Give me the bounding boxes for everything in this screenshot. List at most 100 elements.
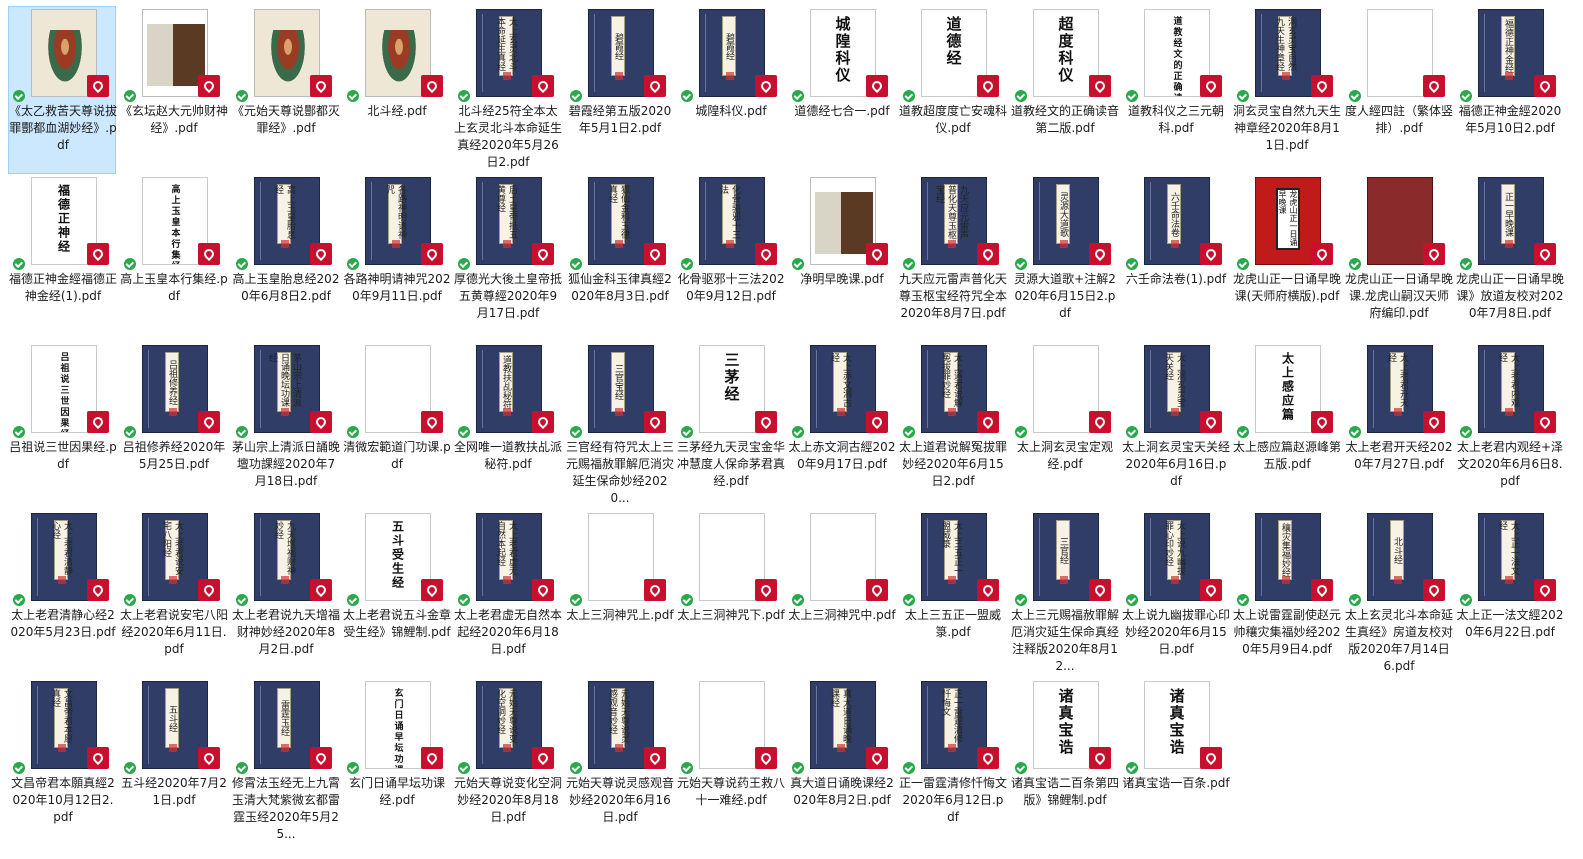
- file-item[interactable]: 九天应元雷声普化天尊玉枢宝经 九天应元雷声普化天尊玉枢宝经符咒全本2020年8月7…: [898, 174, 1007, 342]
- file-item[interactable]: 福德正神金经 福德正神金經2020年5月10日2.pdf: [1455, 6, 1563, 174]
- file-name[interactable]: 太上洞玄灵宝天关经2020年6月16日.pdf: [1122, 439, 1230, 490]
- file-name[interactable]: 九天应元雷声普化天尊玉枢宝经符咒全本2020年8月7日.pdf: [899, 271, 1007, 322]
- file-name[interactable]: 太上赤文洞古經2020年9月17日.pdf: [788, 439, 896, 473]
- file-item[interactable]: 三茅经 三茅经九天灵宝金华冲慧度人保命茅君真经.pdf: [676, 342, 785, 510]
- file-name[interactable]: 太上老君内观经+泽文2020年6月6日8.pdf: [1456, 439, 1564, 490]
- file-name[interactable]: 化骨驱邪十三法2020年9月12日.pdf: [677, 271, 785, 305]
- file-item[interactable]: 太上玄灵北斗本命延生真经 北斗经25符全本太上玄灵北斗本命延生真经2020年5月2…: [453, 6, 562, 174]
- file-name[interactable]: 太上三洞神咒下.pdf: [677, 607, 785, 624]
- file-name[interactable]: 太上感应篇赵源峰第五版.pdf: [1233, 439, 1341, 473]
- file-item[interactable]: 碧霞经 碧霞经第五版2020年5月1日2.pdf: [565, 6, 673, 174]
- file-name[interactable]: 吕祖说三世因果经.pdf: [9, 439, 117, 473]
- file-name[interactable]: 城隍科仪.pdf: [677, 103, 785, 120]
- file-name[interactable]: 道教经文的正确读音第二版.pdf: [1011, 103, 1119, 137]
- file-item[interactable]: 道教经文的正确读音 道教科仪之三元朝科.pdf: [1121, 6, 1229, 174]
- file-item[interactable]: 吕祖修养经 吕祖修养经2020年5月25日.pdf: [119, 342, 227, 510]
- file-name[interactable]: 正一雷霆清修忏悔文2020年6月12日.pdf: [899, 775, 1007, 826]
- file-name[interactable]: 文昌帝君本願真經2020年10月12日2.pdf: [9, 775, 117, 826]
- file-item[interactable]: 碧霞经 城隍科仪.pdf: [676, 6, 784, 174]
- file-item[interactable]: 《玄坛赵大元帅财神经》.pdf: [119, 6, 228, 174]
- file-item[interactable]: 五斗受生经 太上老君说五斗金章受生经》锦鯉制.pdf: [342, 510, 451, 678]
- file-name[interactable]: 太上三洞神咒中.pdf: [788, 607, 896, 624]
- file-item[interactable]: 元始天尊说变化空洞妙经 元始天尊说变化空洞妙经2020年8月18日.pdf: [453, 678, 562, 846]
- file-name[interactable]: 诸真宝诰一百条.pdf: [1122, 775, 1230, 792]
- file-name[interactable]: 《太乙救苦天尊说拔罪酆都血湖妙经》.pdf: [9, 103, 117, 154]
- file-item[interactable]: 三官宝经 三官经有符咒太上三元赐福赦罪解厄消灾延生保命妙经2020...: [565, 342, 674, 510]
- file-name[interactable]: 道教科仪之三元朝科.pdf: [1122, 103, 1230, 137]
- file-name[interactable]: 太上老君说五斗金章受生经》锦鯉制.pdf: [343, 607, 451, 641]
- file-item[interactable]: 正一早晚课 龙虎山正一日诵早晚课》放道友校对2020年7月8日.pdf: [1455, 174, 1564, 342]
- file-name[interactable]: 洞玄灵宝自然九天生神章经2020年8月11日.pdf: [1233, 103, 1341, 154]
- file-name[interactable]: 太上老君虚无自然本起经2020年6月18日.pdf: [454, 607, 562, 658]
- file-item[interactable]: 真大道日诵晚课经 真大道日诵晚课经2020年8月2日.pdf: [787, 678, 895, 846]
- file-item[interactable]: 净明早晚课.pdf: [787, 174, 895, 342]
- file-name[interactable]: 太上说雷霆副使赵元帅穰灾集福妙经2020年5月9日4.pdf: [1233, 607, 1341, 658]
- file-name[interactable]: 各路神明请神咒2020年9月11日.pdf: [343, 271, 451, 305]
- file-item[interactable]: 太上老君开天经 太上老君开天经2020年7月27日.pdf: [1344, 342, 1452, 510]
- file-item[interactable]: 五斗经 五斗经2020年7月21日.pdf: [119, 678, 227, 846]
- file-name[interactable]: 碧霞经第五版2020年5月1日2.pdf: [566, 103, 674, 137]
- file-item[interactable]: 各路神明请神咒 各路神明请神咒2020年9月11日.pdf: [342, 174, 450, 342]
- file-name[interactable]: 太上玄灵北斗本命延生真经》房道友校对版2020年7月14日6.pdf: [1345, 607, 1453, 675]
- file-item[interactable]: 太上说九幽拔罪心印妙经 太上说九幽拔罪心印妙经2020年6月15日.pdf: [1121, 510, 1230, 678]
- file-name[interactable]: 太上说九幽拔罪心印妙经2020年6月15日.pdf: [1122, 607, 1230, 658]
- file-item[interactable]: 城隍科仪 道德经七合一.pdf: [787, 6, 895, 174]
- file-name[interactable]: 清微宏範道门功课.pdf: [343, 439, 451, 473]
- file-item[interactable]: 太上道君说解冤拔罪妙经 太上道君说解冤拔罪妙经2020年6月15日2.pdf: [898, 342, 1007, 510]
- file-name[interactable]: 龙虎山正一日诵早晚课.龙虎山嗣汉天师府编印.pdf: [1345, 271, 1453, 322]
- file-item[interactable]: 玄门日诵早坛功课经 玄门日诵早坛功课经.pdf: [342, 678, 450, 846]
- file-item[interactable]: 雷霆玉经 修霄法玉经无上九霄玉清大梵紫微玄都雷霆玉经2020年5月25...: [231, 678, 340, 846]
- file-item[interactable]: 太上三五正一盟威箓 太上三五正一盟威箓.pdf: [898, 510, 1006, 678]
- file-item[interactable]: 穰灾集福妙经 太上说雷霆副使赵元帅穰灾集福妙经2020年5月9日4.pdf: [1232, 510, 1341, 678]
- file-item[interactable]: 超度科仪 道教经文的正确读音第二版.pdf: [1010, 6, 1119, 174]
- file-name[interactable]: 道教超度度亡安魂科仪.pdf: [899, 103, 1007, 137]
- file-name[interactable]: 《元始天尊说酆都灭罪经》.pdf: [232, 103, 340, 137]
- file-name[interactable]: 度人經四註（繁体竖排）.pdf: [1345, 103, 1453, 137]
- file-name[interactable]: 厚德光大後土皇帝抵五黄尊經2020年9月17日.pdf: [454, 271, 562, 322]
- file-name[interactable]: 诸真宝诰二百条第四版》锦鲤制.pdf: [1011, 775, 1119, 809]
- file-name[interactable]: 龙虎山正一日诵早晚课(天师府横版).pdf: [1233, 271, 1341, 305]
- file-item[interactable]: 太上老君说安宅八阳经 太上老君说安宅八阳经2020年6月11日.pdf: [119, 510, 228, 678]
- file-item[interactable]: 道德经 道教超度度亡安魂科仪.pdf: [898, 6, 1007, 174]
- file-name[interactable]: 真大道日诵晚课经2020年8月2日.pdf: [788, 775, 896, 809]
- file-name[interactable]: 元始天尊说药王救八十一难经.pdf: [677, 775, 785, 809]
- file-name[interactable]: 三茅经九天灵宝金华冲慧度人保命茅君真经.pdf: [677, 439, 785, 490]
- file-item[interactable]: 文昌帝君本愿真经 文昌帝君本願真經2020年10月12日2.pdf: [8, 678, 116, 846]
- file-item[interactable]: 高上玉皇胎息经 高上玉皇胎息经2020年6月8日2.pdf: [231, 174, 339, 342]
- file-item[interactable]: 诸真宝诰 诸真宝诰一百条.pdf: [1121, 678, 1230, 846]
- file-name[interactable]: 太上老君说安宅八阳经2020年6月11日.pdf: [120, 607, 228, 658]
- file-item[interactable]: 太上正一法文经 太上正一法文經2020年6月22日.pdf: [1455, 510, 1563, 678]
- file-item[interactable]: 太上洞玄灵宝定观经.pdf: [1010, 342, 1118, 510]
- file-name[interactable]: 玄门日诵早坛功课经.pdf: [343, 775, 451, 809]
- file-item[interactable]: 道教扶乩秘符 全网唯一道教扶乩派秘符.pdf: [453, 342, 562, 510]
- file-item[interactable]: 茅山宗上清派日诵晚坛功课经 茅山宗上清派日誦晚壇功課經2020年7月18日.pdf: [231, 342, 340, 510]
- file-item[interactable]: 度人經四註（繁体竖排）.pdf: [1344, 6, 1453, 174]
- file-item[interactable]: 清微宏範道门功课.pdf: [342, 342, 451, 510]
- file-name[interactable]: 狐仙金科玉律真經2020年8月3日.pdf: [566, 271, 674, 305]
- file-item[interactable]: 太上赤文洞古经 太上赤文洞古經2020年9月17日.pdf: [787, 342, 895, 510]
- file-name[interactable]: 福德正神金經2020年5月10日2.pdf: [1456, 103, 1564, 137]
- file-name[interactable]: 吕祖修养经2020年5月25日.pdf: [120, 439, 228, 473]
- file-name[interactable]: 太上洞玄灵宝定观经.pdf: [1011, 439, 1119, 473]
- file-name[interactable]: 太上道君说解冤拔罪妙经2020年6月15日2.pdf: [899, 439, 1007, 490]
- file-item[interactable]: 《太乙救苦天尊说拔罪酆都血湖妙经》.pdf: [8, 6, 117, 174]
- file-item[interactable]: 九天增福财神妙经 太上老君说九天增福财神妙经2020年8月2日.pdf: [231, 510, 340, 678]
- file-item[interactable]: 龙虎山正一日诵早晚课 龙虎山正一日诵早晚课(天师府横版).pdf: [1232, 174, 1341, 342]
- file-item[interactable]: 太上老君虚无自然本起经 太上老君虚无自然本起经2020年6月18日.pdf: [453, 510, 562, 678]
- file-name[interactable]: 三官经有符咒太上三元赐福赦罪解厄消灾延生保命妙经2020...: [566, 439, 674, 507]
- file-item[interactable]: 狐仙金科玉律真经 狐仙金科玉律真經2020年8月3日.pdf: [565, 174, 673, 342]
- file-item[interactable]: 太上三洞神咒下.pdf: [676, 510, 785, 678]
- file-name[interactable]: 高上玉皇本行集经.pdf: [120, 271, 228, 305]
- file-item[interactable]: 诸真宝诰 诸真宝诰二百条第四版》锦鲤制.pdf: [1010, 678, 1119, 846]
- file-name[interactable]: 太上三五正一盟威箓.pdf: [899, 607, 1007, 641]
- file-item[interactable]: 太上洞玄灵宝天关经 太上洞玄灵宝天关经2020年6月16日.pdf: [1121, 342, 1230, 510]
- file-name[interactable]: 元始天尊说灵感观音妙经2020年6月16日.pdf: [566, 775, 674, 826]
- file-item[interactable]: 福德正神经 福德正神金經福德正神金经(1).pdf: [8, 174, 117, 342]
- file-item[interactable]: 三官经 太上三元赐福赦罪解厄消灾延生保命真经注释版2020年8月12...: [1010, 510, 1119, 678]
- file-name[interactable]: 元始天尊说变化空洞妙经2020年8月18日.pdf: [454, 775, 562, 826]
- file-name[interactable]: 福德正神金經福德正神金经(1).pdf: [9, 271, 117, 305]
- file-item[interactable]: 太上三洞神咒中.pdf: [787, 510, 896, 678]
- file-name[interactable]: 高上玉皇胎息经2020年6月8日2.pdf: [232, 271, 340, 305]
- file-name[interactable]: 五斗经2020年7月21日.pdf: [120, 775, 228, 809]
- file-item[interactable]: 六壬命法卷 六壬命法卷(1).pdf: [1121, 174, 1229, 342]
